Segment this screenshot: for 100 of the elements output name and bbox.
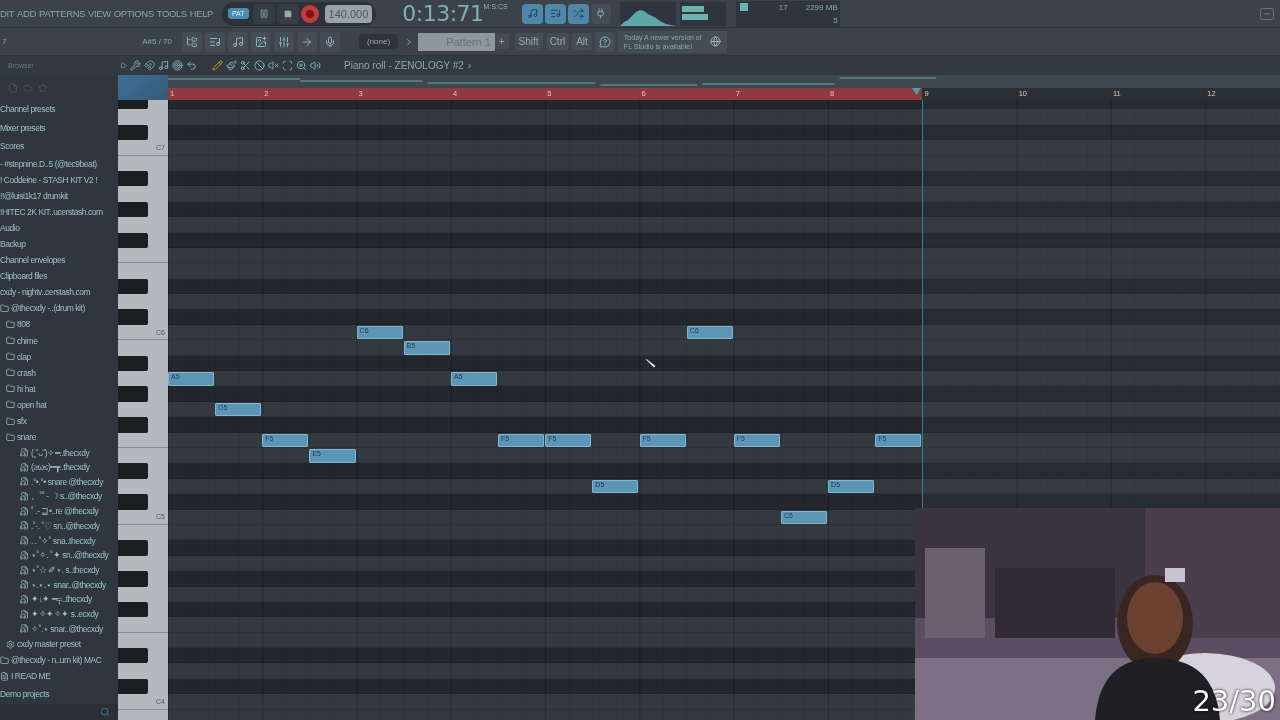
browser-item[interactable]: (˳˘ᴗ˘)✧━..thecxdy	[0, 445, 118, 460]
help-button[interactable]	[594, 31, 615, 52]
title-arrow[interactable]: ›	[467, 60, 472, 71]
mixer-button[interactable]	[274, 31, 294, 52]
browser-item[interactable]: cxdy master preset	[0, 636, 118, 653]
playlist-button[interactable]	[251, 31, 271, 52]
browser-button[interactable]	[182, 31, 202, 52]
sharp-piano-key[interactable]	[118, 648, 148, 664]
browser-item[interactable]: sfx	[0, 413, 118, 430]
folder-icon	[6, 384, 15, 394]
browser-item[interactable]: @thecxdy -..(drum kit)	[0, 300, 118, 317]
browser-item[interactable]: .˚·. ˚♡ sn..@thecxdy	[0, 518, 118, 534]
browser-item[interactable]: I READ ME	[0, 668, 118, 685]
browser-item[interactable]: ✦↓✦ ━╤..thecxdy	[0, 592, 118, 607]
audio-file-icon	[20, 580, 29, 590]
menu-item[interactable]: PATTERNS	[38, 8, 86, 19]
piano-roll-button[interactable]	[228, 31, 248, 52]
browser-item[interactable]: - #stepnine.D..5 (@tec9beat)	[0, 155, 118, 172]
speaker-icon[interactable]	[310, 60, 321, 71]
magnet-icon[interactable]	[144, 60, 155, 71]
piano-key[interactable]	[118, 371, 168, 387]
mute-icon[interactable]	[268, 60, 279, 71]
stop-button[interactable]	[276, 3, 299, 24]
browser-item[interactable]: ⋆˚✧. ˚✦ sn..@thecxdy	[0, 548, 118, 563]
record-button[interactable]	[300, 4, 319, 23]
microphone-button[interactable]	[320, 31, 340, 52]
browser-item[interactable]: ˚ .- ⊒•..re @thecxdy	[0, 503, 118, 519]
menu-arrow-icon[interactable]	[120, 62, 127, 69]
folder-icon	[0, 655, 9, 665]
browser-item[interactable]: Channel envelopes	[0, 252, 118, 269]
browser-item[interactable]: crash	[0, 364, 118, 381]
browser-item[interactable]: 808	[0, 316, 118, 333]
pencil-icon[interactable]	[212, 60, 223, 71]
browser-item[interactable]: hi hat	[0, 380, 118, 397]
browser-item[interactable]: ✧˚.⋆ snar..@thecxdy	[0, 621, 118, 637]
audio-file-icon	[20, 536, 29, 546]
channel-rack-button[interactable]	[205, 31, 225, 52]
browser-item[interactable]: Scores	[0, 137, 118, 156]
star-icon[interactable]	[38, 82, 48, 93]
scissors-icon[interactable]	[240, 60, 251, 71]
menu-item[interactable]: OPTIONS	[113, 8, 154, 19]
browser-item[interactable]: ! Coddeine - STASH KIT V2 !	[0, 171, 118, 188]
piano-roll-title: Piano roll - ZENOLOGY #2	[344, 60, 464, 71]
menu-item[interactable]: ADD	[17, 8, 36, 19]
folder-icon	[6, 336, 15, 346]
step-edit-button[interactable]	[544, 3, 566, 24]
zoom-icon[interactable]	[296, 60, 307, 71]
browser-item[interactable]: clap	[0, 348, 118, 365]
audio-file-icon	[20, 448, 29, 458]
modifier-key-button[interactable]: Shift	[514, 33, 543, 50]
metronome-button[interactable]	[590, 3, 611, 24]
audio-file-icon	[20, 521, 29, 531]
browser-item[interactable]: @thecxdy - n..um kit) MAC	[0, 652, 118, 669]
folder-icon	[6, 352, 15, 362]
delete-icon[interactable]	[254, 60, 265, 71]
minimize-button[interactable]	[1260, 7, 1274, 20]
modifier-key-button[interactable]: Ctrl	[545, 33, 570, 50]
menu-item[interactable]: HELP	[189, 8, 213, 19]
memory-value: 2299 MB	[804, 2, 838, 12]
arrow-button[interactable]	[297, 31, 317, 52]
browser-item[interactable]: !!@luisi1k17 drumkit	[0, 187, 118, 204]
browser-item[interactable]: Clipboard files	[0, 268, 118, 285]
browser-item[interactable]: .°•.°• snare @thecxdy	[0, 474, 118, 490]
browser-item[interactable]: ⋆.⋆.⋆ snar..@thecxdy	[0, 577, 118, 593]
browser-item[interactable]: Channel presets	[0, 100, 118, 119]
play-button[interactable]	[252, 3, 275, 24]
loop-record-button[interactable]	[567, 3, 589, 24]
undo-icon[interactable]	[186, 60, 197, 71]
browser-item[interactable]: Audio	[0, 219, 118, 236]
browser-item[interactable]: ✦✧✦✧✦ s..ecxdy	[0, 606, 118, 622]
menu-item[interactable]: DIT	[0, 8, 15, 19]
note-icon[interactable]	[158, 60, 169, 71]
browser-item[interactable]: . . ˚✧˚ sna..thecxdy	[0, 533, 118, 548]
image-icon	[255, 35, 267, 48]
browser-item[interactable]: 。˚˚ - ☽ s..@thecxdy	[0, 489, 118, 504]
browser-item[interactable]: open hat	[0, 396, 118, 413]
typing-keyboard-button[interactable]	[521, 3, 543, 24]
browser-item[interactable]: ⋆˚☆ ✐⋆. s..thecxdy	[0, 562, 118, 578]
menu-item[interactable]: VIEW	[88, 8, 111, 19]
browser-item[interactable]: chime	[0, 332, 118, 349]
browser-item[interactable]: snare	[0, 429, 118, 446]
browser-item[interactable]: Demo projects	[0, 684, 118, 703]
browser-item[interactable]: Backup	[0, 235, 118, 253]
browser-item[interactable]: !HITEC 2K KIT..ucerstash.com	[0, 203, 118, 220]
gear-icon	[6, 639, 15, 649]
browser-item[interactable]: (≥ω≤)━┳..thecxdy	[0, 459, 118, 475]
browser-item[interactable]: Mixer presets	[0, 118, 118, 137]
menu-item[interactable]: TOOLS	[156, 8, 187, 19]
audio-file-icon	[20, 506, 29, 516]
search-icon[interactable]	[100, 707, 110, 717]
globe-icon	[709, 36, 721, 47]
brush-icon[interactable]	[226, 60, 237, 71]
modifier-key-button[interactable]: Alt	[572, 33, 592, 50]
audio-file-icon	[20, 550, 29, 560]
wrench-icon[interactable]	[130, 60, 141, 71]
channel-dropdown[interactable]: (none)	[359, 34, 399, 49]
piano-key[interactable]	[118, 294, 168, 310]
target-icon[interactable]	[172, 60, 183, 71]
select-icon[interactable]	[282, 60, 293, 71]
browser-item[interactable]: cxdy - nightv..cerstash.com	[0, 284, 118, 301]
